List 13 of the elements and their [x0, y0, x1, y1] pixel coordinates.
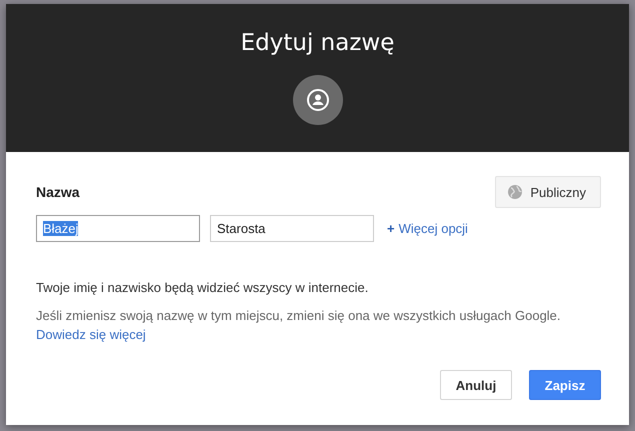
visibility-button[interactable]: Publiczny [495, 176, 601, 208]
dialog-title: Edytuj nazwę [240, 30, 394, 56]
name-field[interactable]: Starosta [210, 215, 374, 242]
avatar-icon [292, 75, 342, 125]
learn-more-link[interactable]: Dowiedz się więcej [36, 327, 146, 342]
cancel-button[interactable]: Anuluj [440, 370, 512, 400]
globe-icon [508, 185, 522, 199]
save-button[interactable]: Zapisz [529, 370, 601, 400]
more-options-link[interactable]: + Więcej opcji [387, 221, 468, 236]
name-label: Nazwa [36, 184, 80, 200]
notice-text: Twoje imię i nazwisko będą widzieć wszyscy w internecie. [36, 280, 370, 295]
info-text: Jeśli zmienisz swoją nazwę w tym miejscu, zmieni się ona we wszystkich usługach Google. [36, 308, 562, 323]
name-field[interactable]: Błażej [36, 215, 200, 242]
